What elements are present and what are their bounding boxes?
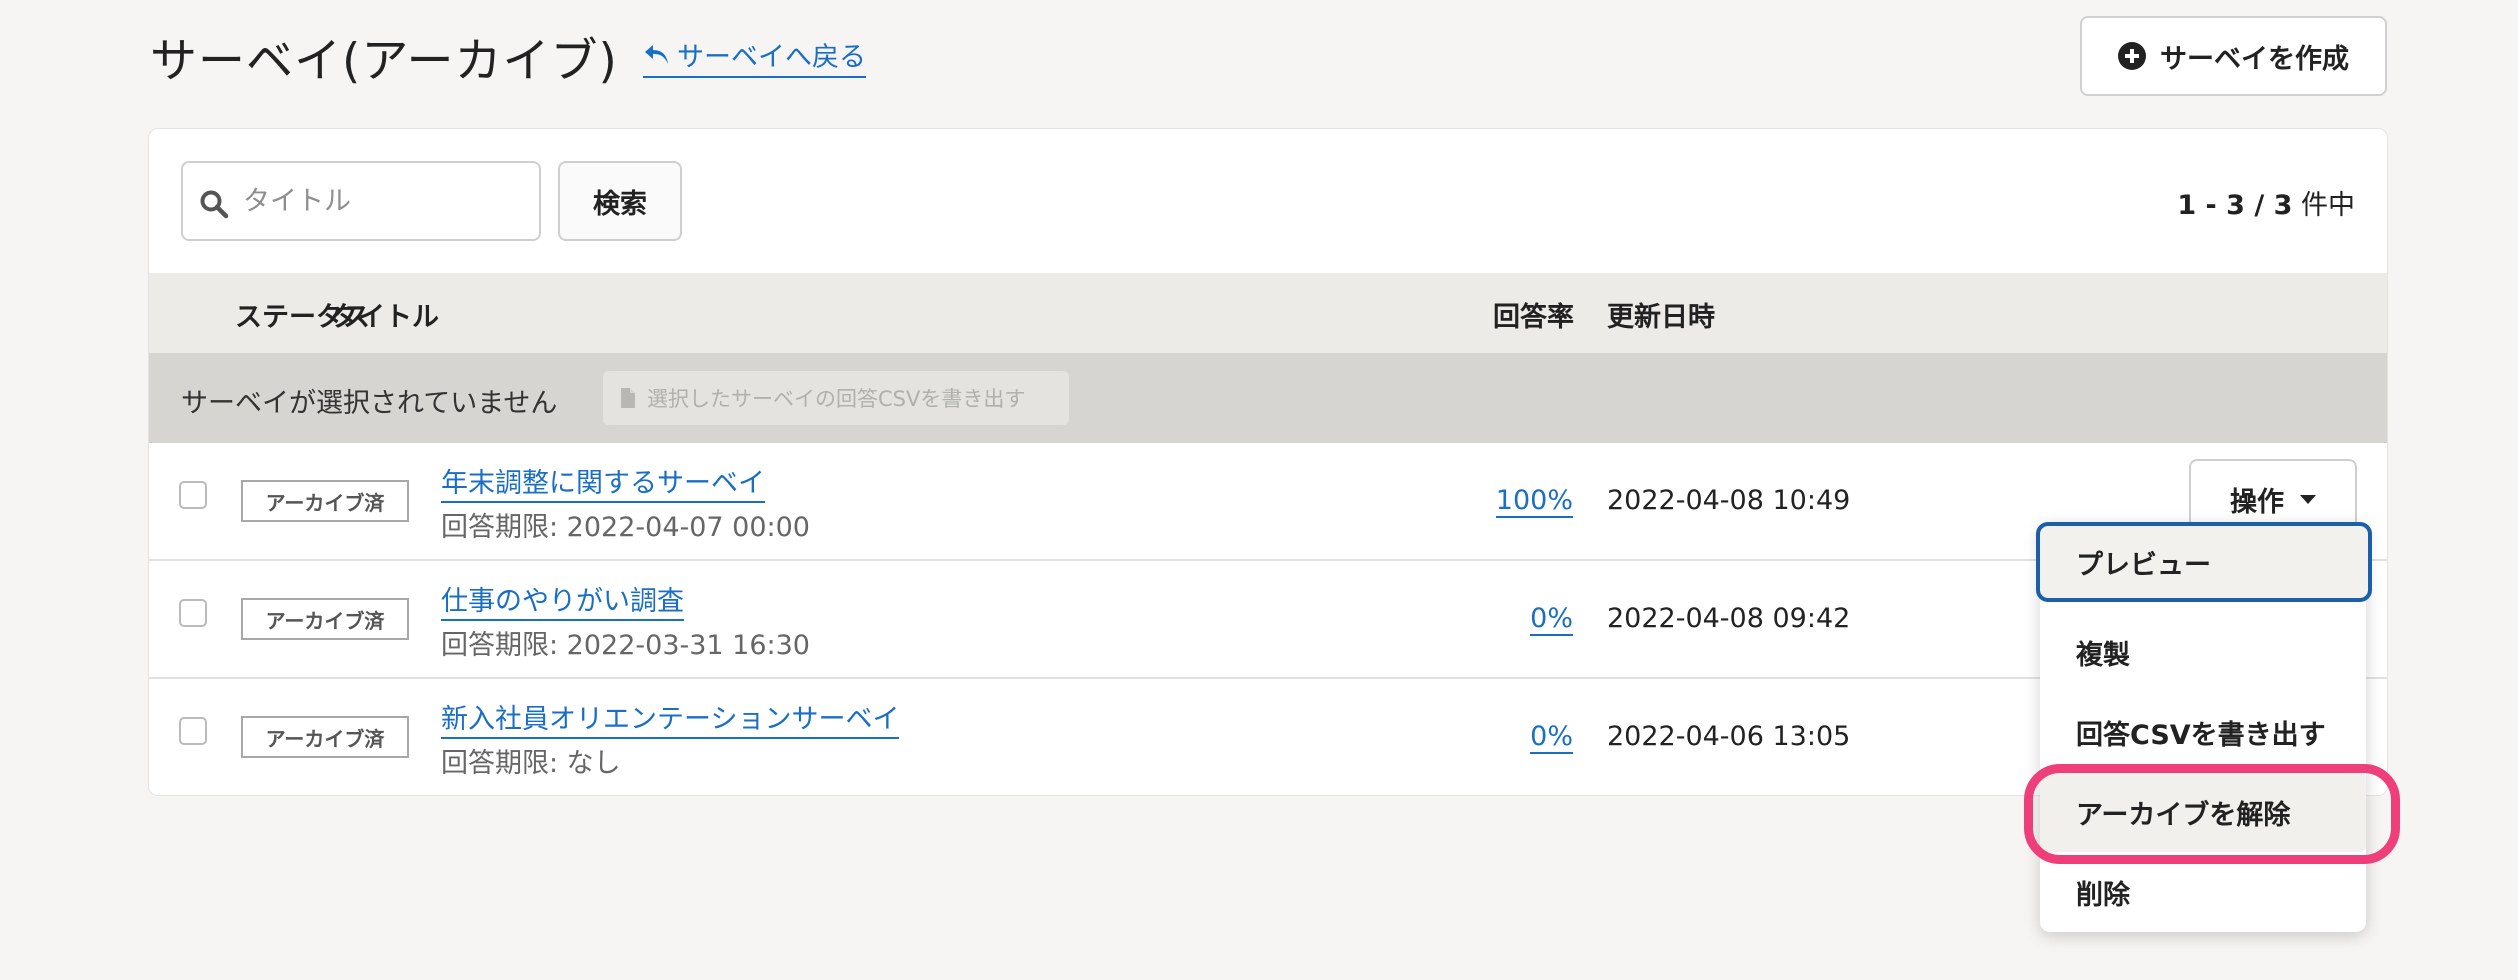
- response-rate-link[interactable]: 100%: [1495, 485, 1573, 518]
- menu-item-duplicate[interactable]: 複製: [2040, 612, 2366, 692]
- survey-title-link[interactable]: 新入社員オリエンテーションサーベイ: [441, 697, 900, 739]
- status-badge: アーカイブ済: [241, 480, 409, 522]
- column-header-title[interactable]: タイトル: [331, 295, 439, 334]
- status-badge: アーカイブ済: [241, 598, 409, 640]
- result-suffix: 件中: [2301, 190, 2355, 221]
- back-link-label: サーベイへ戻る: [677, 42, 866, 73]
- updated-at: 2022-04-08 09:42: [1607, 603, 1851, 634]
- survey-title-link[interactable]: 仕事のやりがい調査: [441, 579, 684, 621]
- actions-dropdown-menu: プレビュー 複製 回答CSVを書き出す アーカイブを解除 削除: [2036, 522, 2372, 932]
- column-header-rate[interactable]: 回答率: [1493, 295, 1574, 334]
- menu-item-delete[interactable]: 削除: [2040, 852, 2366, 932]
- table-header: ステータス タイトル 回答率 更新日時: [149, 273, 2387, 353]
- survey-deadline: 回答期限: 2022-03-31 16:30: [441, 630, 810, 661]
- search-box[interactable]: [181, 161, 541, 241]
- status-badge: アーカイブ済: [241, 716, 409, 758]
- back-to-surveys-link[interactable]: サーベイへ戻る: [643, 35, 866, 78]
- actions-label: 操作: [2230, 486, 2284, 518]
- menu-item-export-csv[interactable]: 回答CSVを書き出す: [2040, 692, 2366, 772]
- create-survey-button[interactable]: サーベイを作成: [2080, 16, 2387, 96]
- updated-at: 2022-04-06 13:05: [1607, 721, 1851, 752]
- create-survey-label: サーベイを作成: [2160, 43, 2349, 75]
- file-icon: [621, 388, 635, 408]
- export-selected-csv-button[interactable]: 選択したサーベイの回答CSVを書き出す: [603, 371, 1069, 425]
- survey-deadline: 回答期限: 2022-04-07 00:00: [441, 512, 810, 543]
- row-checkbox[interactable]: [179, 717, 207, 745]
- column-header-updated[interactable]: 更新日時: [1607, 295, 1715, 334]
- updated-at: 2022-04-08 10:49: [1607, 485, 1851, 516]
- result-count: 1 - 3 / 3 件中: [2177, 183, 2355, 222]
- selection-status: サーベイが選択されていません: [181, 388, 558, 419]
- survey-deadline: 回答期限: なし: [441, 748, 621, 779]
- search-input[interactable]: [243, 185, 523, 217]
- row-checkbox[interactable]: [179, 599, 207, 627]
- menu-item-preview[interactable]: プレビュー: [2036, 522, 2372, 602]
- page-title: サーベイ(アーカイブ): [150, 34, 618, 89]
- selection-bar: サーベイが選択されていません 選択したサーベイの回答CSVを書き出す: [149, 353, 2387, 443]
- menu-item-unarchive[interactable]: アーカイブを解除: [2040, 772, 2366, 852]
- return-arrow-icon: [645, 44, 668, 64]
- row-checkbox[interactable]: [179, 481, 207, 509]
- search-button[interactable]: 検索: [558, 161, 682, 241]
- export-selected-csv-label: 選択したサーベイの回答CSVを書き出す: [647, 387, 1026, 411]
- result-range: 1 - 3 / 3: [2177, 190, 2293, 221]
- response-rate-link[interactable]: 0%: [1530, 721, 1573, 754]
- search-icon: [200, 190, 229, 219]
- response-rate-link[interactable]: 0%: [1530, 603, 1573, 636]
- caret-down-icon: [2300, 494, 2316, 504]
- survey-title-link[interactable]: 年末調整に関するサーベイ: [441, 461, 765, 503]
- plus-circle-icon: [2118, 42, 2146, 70]
